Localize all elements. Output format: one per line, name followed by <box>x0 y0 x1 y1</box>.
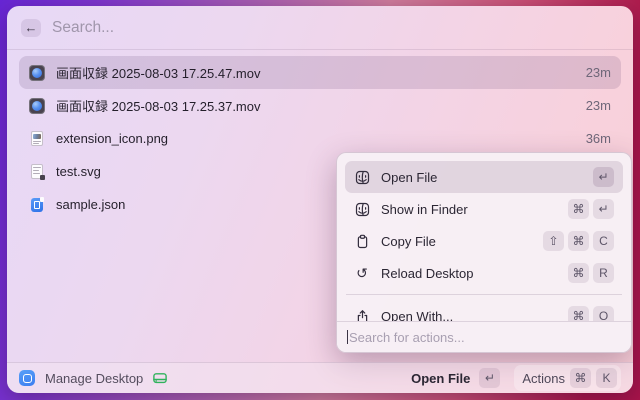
key-cmd: ⌘ <box>568 231 589 251</box>
quicktime-movie-icon <box>29 65 45 81</box>
finder-icon <box>354 169 370 185</box>
file-name: sample.json <box>56 197 125 212</box>
clipboard-icon <box>354 233 370 249</box>
manage-desktop-app-icon <box>19 370 35 386</box>
app-name: Manage Desktop <box>45 371 143 386</box>
json-file-icon <box>29 197 45 213</box>
actions-search-input[interactable]: Search for actions... <box>337 321 631 352</box>
actions-menu-list: Open File ↵ Show in Finder ⌘ ↵ <box>337 153 631 321</box>
search-input[interactable]: Search... <box>52 19 114 37</box>
actions-menu: Open File ↵ Show in Finder ⌘ ↵ <box>336 152 632 353</box>
key-return: ↵ <box>479 368 500 388</box>
menu-item-label: Open With... <box>381 309 453 322</box>
file-age-badge: 23m <box>586 65 611 80</box>
menu-item-copy-file[interactable]: Copy File ⇧ ⌘ C <box>345 225 623 257</box>
key-k: K <box>596 368 617 388</box>
key-r: R <box>593 263 614 283</box>
quicktime-movie-icon <box>29 98 45 114</box>
menu-item-open-with[interactable]: Open With... ⌘ O <box>345 300 623 321</box>
file-age-badge: 36m <box>586 131 611 146</box>
image-file-icon <box>29 131 45 147</box>
menu-item-label: Reload Desktop <box>381 266 474 281</box>
launcher-window: ← Search... 画面収録 2025-08-03 17.25.47.mov… <box>7 6 633 393</box>
file-name: 画面収録 2025-08-03 17.25.47.mov <box>56 63 261 82</box>
hard-drive-icon <box>152 370 168 386</box>
menu-item-show-in-finder[interactable]: Show in Finder ⌘ ↵ <box>345 193 623 225</box>
menu-item-open-file[interactable]: Open File ↵ <box>345 161 623 193</box>
key-shift: ⇧ <box>543 231 564 251</box>
file-name: test.svg <box>56 164 101 179</box>
search-header: ← Search... <box>7 6 633 50</box>
svg-file-icon <box>29 164 45 180</box>
key-return: ↵ <box>593 167 614 187</box>
menu-section-divider <box>346 294 622 295</box>
key-cmd: ⌘ <box>568 263 589 283</box>
actions-button[interactable]: Actions ⌘ K <box>514 365 621 391</box>
text-caret <box>347 330 348 344</box>
actions-search-placeholder: Search for actions... <box>349 330 465 345</box>
finder-icon <box>354 201 370 217</box>
key-cmd: ⌘ <box>570 368 591 388</box>
actions-button-label: Actions <box>522 371 565 386</box>
menu-item-label: Open File <box>381 170 437 185</box>
footer-bar: Manage Desktop Open File ↵ Actions ⌘ K <box>7 362 633 393</box>
back-button[interactable]: ← <box>21 19 41 37</box>
file-name: extension_icon.png <box>56 131 168 146</box>
menu-item-label: Show in Finder <box>381 202 468 217</box>
key-cmd: ⌘ <box>568 199 589 219</box>
reload-icon: ↺ <box>354 265 370 281</box>
key-return: ↵ <box>593 199 614 219</box>
file-name: 画面収録 2025-08-03 17.25.37.mov <box>56 96 261 115</box>
key-cmd: ⌘ <box>568 306 589 321</box>
menu-item-reload-desktop[interactable]: ↺ Reload Desktop ⌘ R <box>345 257 623 289</box>
file-row-png[interactable]: extension_icon.png 36m <box>19 122 621 155</box>
key-c: C <box>593 231 614 251</box>
file-age-badge: 23m <box>586 98 611 113</box>
key-o: O <box>593 306 614 321</box>
arrow-left-icon: ← <box>25 21 38 34</box>
file-row-mov-2[interactable]: 画面収録 2025-08-03 17.25.37.mov 23m <box>19 89 621 122</box>
primary-action-button[interactable]: Open File <box>411 371 470 386</box>
menu-item-label: Copy File <box>381 234 436 249</box>
share-icon <box>354 308 370 321</box>
file-row-mov-1[interactable]: 画面収録 2025-08-03 17.25.47.mov 23m <box>19 56 621 89</box>
